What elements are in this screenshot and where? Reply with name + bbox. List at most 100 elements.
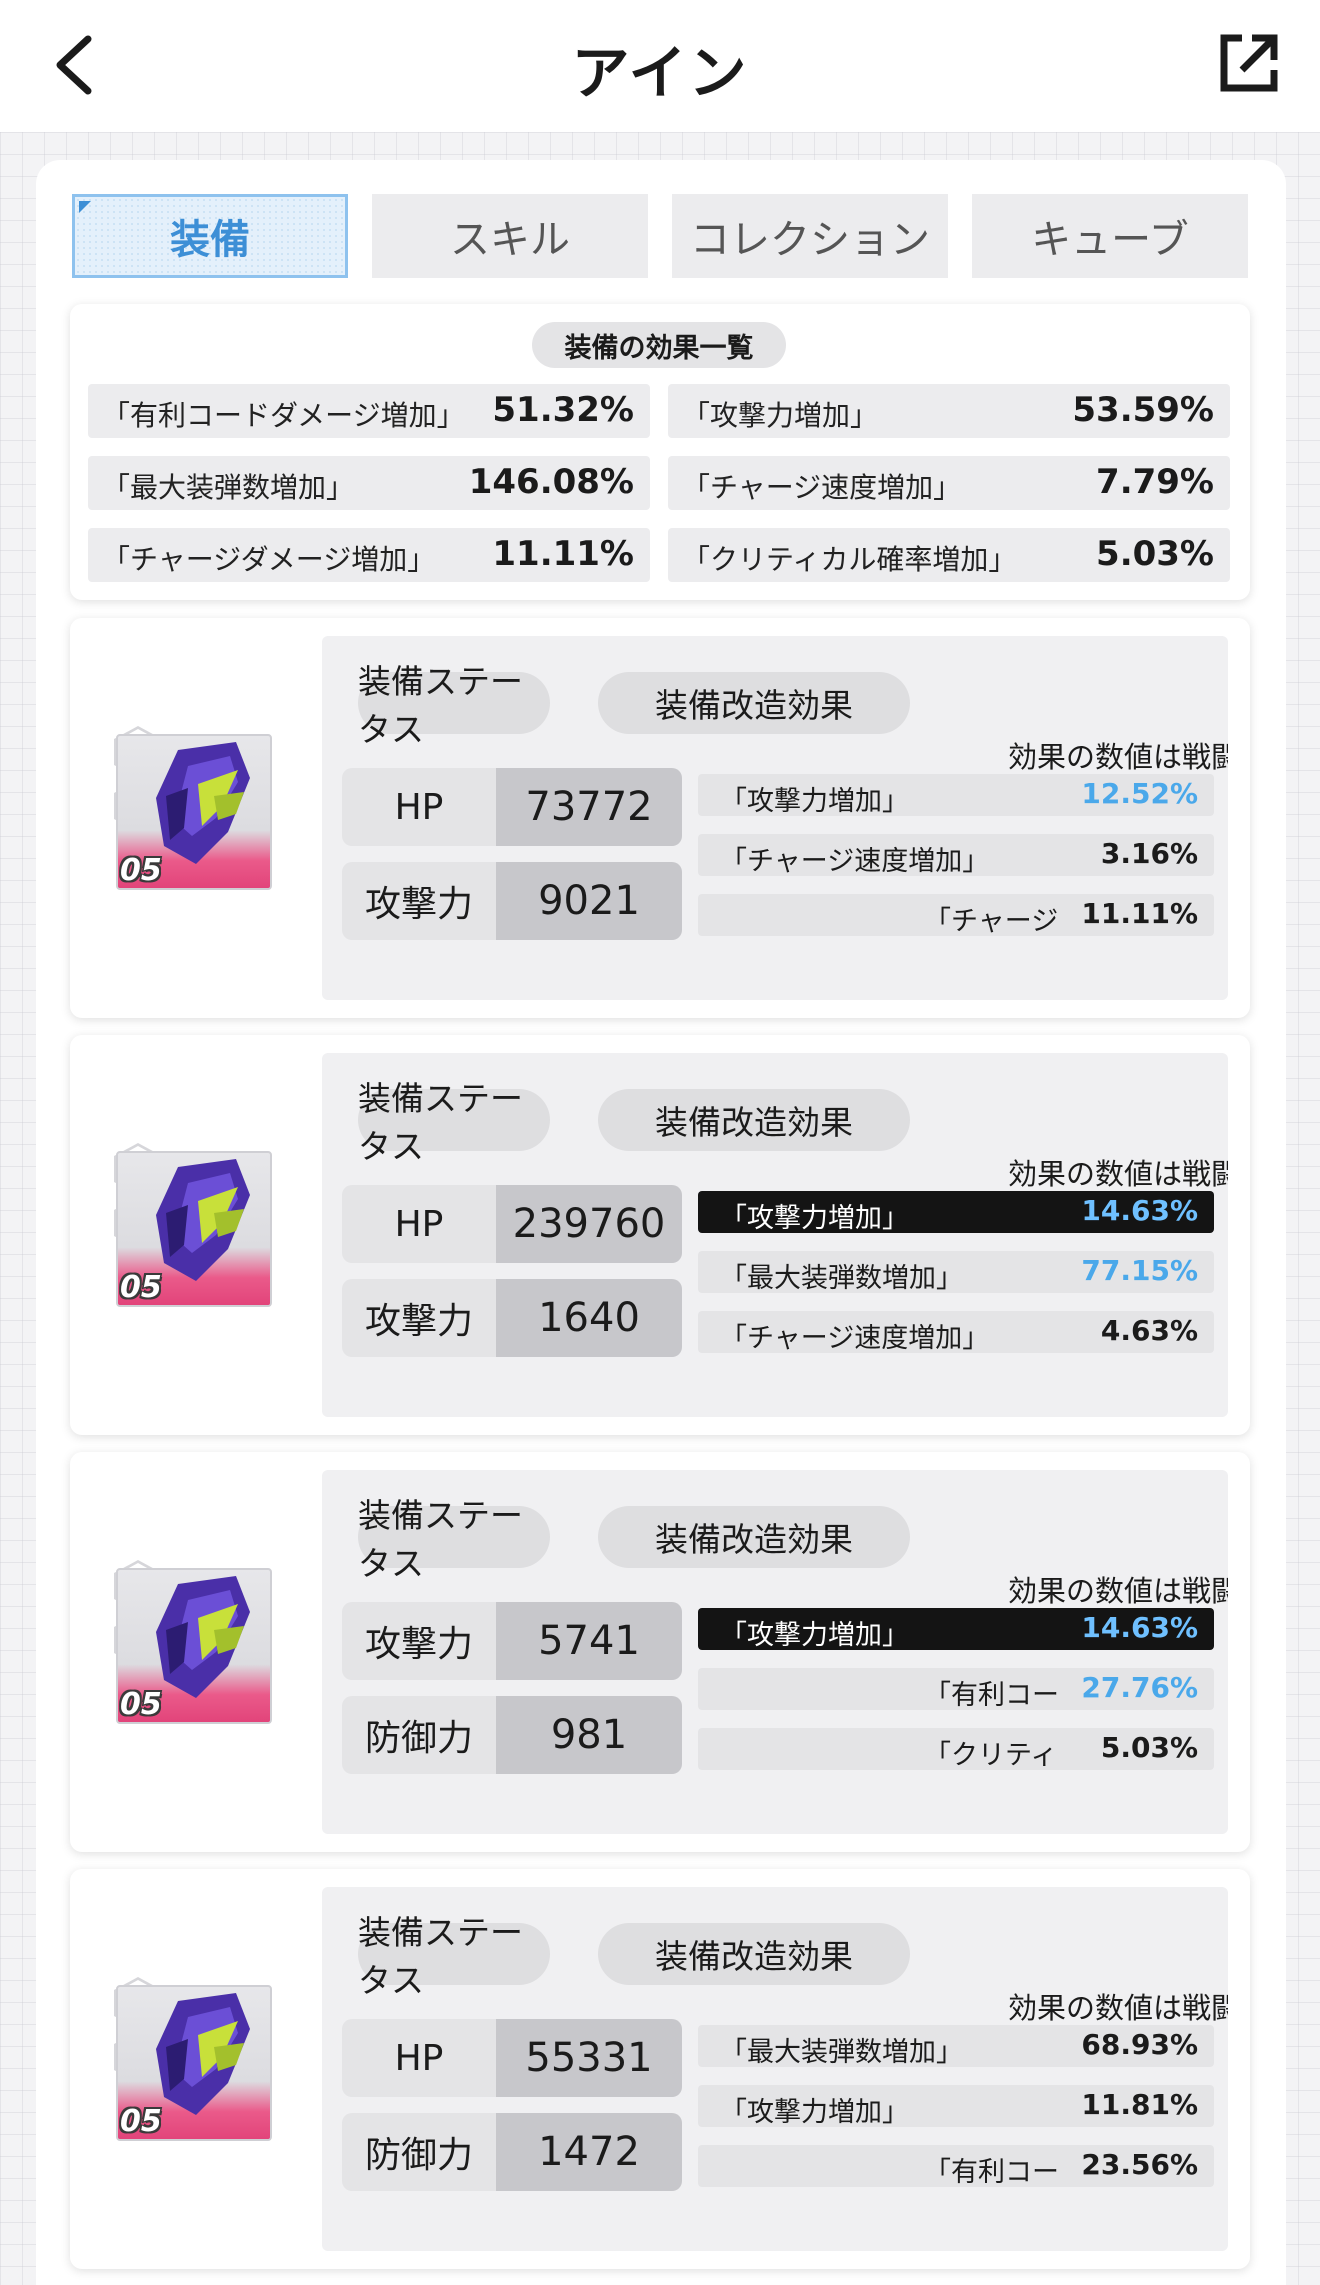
external-link-icon	[1220, 34, 1278, 92]
summary-item-label: 「チャージ速度増加」	[682, 471, 962, 504]
tier-label: 05	[120, 853, 162, 888]
equipment-status-pill: 装備ステータス	[358, 1079, 550, 1166]
effect-label: 「チャージ速度増加」	[720, 1323, 990, 1353]
effect-value: 11.11%	[1081, 897, 1198, 930]
effect-label: 「クリティ	[924, 1740, 1058, 1770]
equipment-detail-panel: 装備ステータス 装備改造効果 HP 239760 攻撃力 1640 効果の数値は…	[322, 1053, 1228, 1417]
summary-item: 「最大装弾数増加」 146.08%	[88, 456, 650, 510]
effect-value: 14.63%	[1081, 1611, 1198, 1644]
share-button[interactable]	[1216, 32, 1280, 96]
equipment-effect-summary: 装備の効果一覧 「有利コードダメージ増加」 51.32% 「攻撃力増加」 53.…	[70, 304, 1250, 600]
summary-item-label: 「最大装弾数増加」	[102, 471, 355, 504]
summary-item: 「攻撃力増加」 53.59%	[668, 384, 1230, 438]
equipment-detail-panel: 装備ステータス 装備改造効果 HP 55331 防御力 1472 効果の数値は戦…	[322, 1887, 1228, 2251]
summary-item-label: 「チャージダメージ増加」	[102, 543, 436, 576]
equipment-image[interactable]: 05	[116, 1151, 272, 1307]
effect-value: 77.15%	[1081, 1254, 1198, 1287]
tier-label: 05	[120, 1270, 162, 1305]
effect-note: 効果の数値は戦闘	[1008, 740, 1228, 774]
summary-item-label: 「クリティカル確率増加」	[682, 543, 1017, 576]
equipment-card[interactable]: 05 装備ステータス 装備改造効果 HP 239760 攻撃力 1640 効果の…	[70, 1035, 1250, 1435]
equipment-status-pill: 装備ステータス	[358, 662, 550, 749]
equipment-mod-effect-pill: 装備改造効果	[598, 672, 910, 734]
effect-label: 「最大装弾数増加」	[720, 2037, 963, 2067]
tab-cube[interactable]: キューブ	[972, 194, 1248, 278]
tab-equipment[interactable]: 装備	[72, 194, 348, 278]
effect-note: 効果の数値は戦闘	[1008, 1574, 1228, 1608]
tab-label: 装備	[170, 217, 250, 263]
effect-row: 「攻撃力増加」 11.81%	[698, 2085, 1214, 2127]
equipment-detail-panel: 装備ステータス 装備改造効果 HP 73772 攻撃力 9021 効果の数値は戦…	[322, 636, 1228, 1000]
effect-row: 「攻撃力増加」 12.52%	[698, 774, 1214, 816]
effect-row: 「攻撃力増加」 14.63%	[698, 1191, 1214, 1233]
tier-label: 05	[120, 2104, 162, 2139]
summary-item: 「クリティカル確率増加」 5.03%	[668, 528, 1230, 582]
equipment-card[interactable]: 05 装備ステータス 装備改造効果 HP 73772 攻撃力 9021 効果の数…	[70, 618, 1250, 1018]
stat-value: 5741	[496, 1602, 682, 1680]
effect-label: 「攻撃力増加」	[720, 786, 909, 816]
effect-value: 14.63%	[1081, 1194, 1198, 1227]
equipment-status-pill: 装備ステータス	[358, 1913, 550, 2000]
effect-label: 「有利コー	[924, 1680, 1059, 1710]
equipment-image[interactable]: 05	[116, 1568, 272, 1724]
effect-value: 4.63%	[1100, 1314, 1198, 1347]
tab-label: キューブ	[1031, 217, 1189, 263]
equipment-card[interactable]: 05 装備ステータス 装備改造効果 HP 55331 防御力 1472 効果の数…	[70, 1869, 1250, 2269]
summary-item-label: 「有利コードダメージ増加」	[102, 399, 465, 432]
tab-label: スキル	[450, 217, 570, 263]
effect-row: 「クリティ 5.03%	[698, 1728, 1214, 1770]
effect-row: 「チャージ速度増加」 3.16%	[698, 834, 1214, 876]
effect-label: 「有利コー	[924, 2157, 1059, 2187]
stat-value: 239760	[496, 1185, 682, 1263]
stat-value: 1640	[496, 1279, 682, 1357]
equipment-card[interactable]: 05 装備ステータス 装備改造効果 攻撃力 5741 防御力 981 効果の数値…	[70, 1452, 1250, 1852]
summary-title: 装備の効果一覧	[532, 322, 786, 368]
effect-label: 「チャージ	[924, 906, 1059, 936]
tab-collection[interactable]: コレクション	[672, 194, 948, 278]
effect-note: 効果の数値は戦闘	[1008, 1157, 1228, 1191]
stat-label: HP	[342, 2019, 496, 2097]
stat-value: 9021	[496, 862, 682, 940]
stat-value: 73772	[496, 768, 682, 846]
summary-item: 「チャージ速度増加」 7.79%	[668, 456, 1230, 510]
tab-label: コレクション	[690, 217, 930, 263]
effect-label: 「攻撃力増加」	[720, 1203, 909, 1233]
effect-label: 「攻撃力増加」	[720, 2097, 909, 2127]
effect-value: 12.52%	[1081, 777, 1198, 810]
summary-item: 「チャージダメージ増加」 11.11%	[88, 528, 650, 582]
summary-item-value: 7.79%	[1096, 462, 1214, 502]
stat-value: 55331	[496, 2019, 682, 2097]
stat-label: 攻撃力	[342, 862, 496, 940]
effect-label: 「最大装弾数増加」	[720, 1263, 963, 1293]
effect-value: 5.03%	[1100, 1731, 1198, 1764]
stat-label: 防御力	[342, 1696, 496, 1774]
effect-row: 「攻撃力増加」 14.63%	[698, 1608, 1214, 1650]
stat-label: 防御力	[342, 2113, 496, 2191]
effect-value: 11.81%	[1081, 2088, 1198, 2121]
effect-row: 「チャージ速度増加」 4.63%	[698, 1311, 1214, 1353]
equipment-mod-effect-pill: 装備改造効果	[598, 1923, 910, 1985]
stat-value: 981	[496, 1696, 682, 1774]
stat-value: 1472	[496, 2113, 682, 2191]
effect-value: 23.56%	[1081, 2148, 1198, 2181]
effect-row: 「チャージ 11.11%	[698, 894, 1214, 936]
effect-value: 27.76%	[1081, 1671, 1198, 1704]
page-title: アイン	[571, 39, 749, 107]
effect-note: 効果の数値は戦闘	[1008, 1991, 1228, 2025]
equipment-image[interactable]: 05	[116, 734, 272, 890]
summary-item-label: 「攻撃力増加」	[682, 399, 879, 432]
effect-row: 「最大装弾数増加」 68.93%	[698, 2025, 1214, 2067]
equipment-detail-panel: 装備ステータス 装備改造効果 攻撃力 5741 防御力 981 効果の数値は戦闘…	[322, 1470, 1228, 1834]
stat-label: 攻撃力	[342, 1602, 496, 1680]
equipment-image[interactable]: 05	[116, 1985, 272, 2141]
summary-item-value: 53.59%	[1072, 390, 1214, 430]
summary-item-value: 146.08%	[468, 462, 634, 502]
summary-item-value: 51.32%	[492, 390, 634, 430]
effect-value: 3.16%	[1100, 837, 1198, 870]
tab-bar: 装備 スキル コレクション キューブ	[72, 194, 1250, 278]
effect-row: 「有利コー 27.76%	[698, 1668, 1214, 1710]
effect-row: 「最大装弾数増加」 77.15%	[698, 1251, 1214, 1293]
stat-label: 攻撃力	[342, 1279, 496, 1357]
tab-skill[interactable]: スキル	[372, 194, 648, 278]
summary-item-value: 11.11%	[492, 534, 634, 574]
